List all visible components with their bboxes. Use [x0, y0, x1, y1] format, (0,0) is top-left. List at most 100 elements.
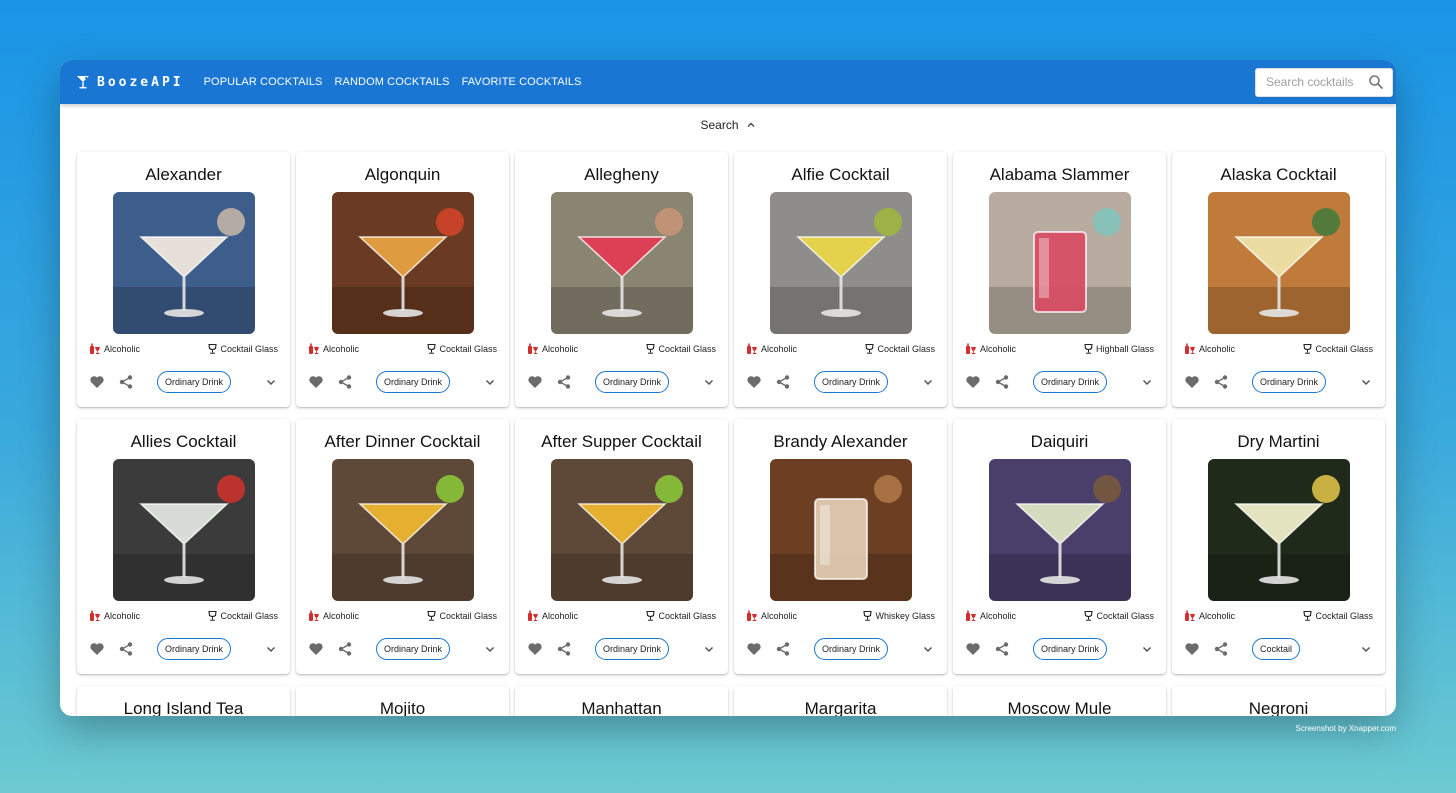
- cocktail-card[interactable]: Mojito: [296, 686, 509, 716]
- expand-more-icon[interactable]: [1359, 375, 1373, 389]
- cocktail-card[interactable]: Daiquiri Alcoholic Cocktail Glass Ordina…: [953, 419, 1166, 674]
- expand-more-icon[interactable]: [483, 375, 497, 389]
- favorite-heart-icon[interactable]: [89, 374, 105, 390]
- expand-more-icon[interactable]: [1140, 642, 1154, 656]
- expand-more-icon[interactable]: [702, 642, 716, 656]
- search-input[interactable]: [1266, 75, 1368, 89]
- category-chip[interactable]: Ordinary Drink: [157, 371, 232, 393]
- cocktail-card[interactable]: Alfie Cocktail Alcoholic Cocktail Glass …: [734, 152, 947, 407]
- expand-more-icon[interactable]: [1359, 642, 1373, 656]
- cocktail-photo[interactable]: [769, 459, 912, 601]
- cocktail-card[interactable]: Moscow Mule: [953, 686, 1166, 716]
- favorite-heart-icon[interactable]: [527, 641, 543, 657]
- cocktail-card[interactable]: Allies Cocktail Alcoholic Cocktail Glass…: [77, 419, 290, 674]
- share-icon[interactable]: [1213, 641, 1229, 657]
- category-chip[interactable]: Ordinary Drink: [376, 638, 451, 660]
- cocktail-photo[interactable]: [112, 459, 255, 601]
- expand-more-icon[interactable]: [483, 642, 497, 656]
- share-icon[interactable]: [556, 641, 572, 657]
- share-icon[interactable]: [994, 641, 1010, 657]
- share-icon[interactable]: [556, 374, 572, 390]
- cocktail-photo[interactable]: [1207, 192, 1350, 334]
- share-icon[interactable]: [1213, 374, 1229, 390]
- liquor-bottle-icon: [747, 610, 757, 621]
- favorite-heart-icon[interactable]: [1184, 641, 1200, 657]
- category-chip[interactable]: Ordinary Drink: [814, 371, 889, 393]
- nav-popular-cocktails[interactable]: POPULAR COCKTAILS: [204, 76, 323, 88]
- card-meta: Alcoholic Cocktail Glass: [515, 343, 728, 354]
- favorite-heart-icon[interactable]: [308, 374, 324, 390]
- glass-label: Cocktail Glass: [1096, 610, 1154, 621]
- card-meta: Alcoholic Cocktail Glass: [515, 610, 728, 621]
- cocktail-card[interactable]: After Dinner Cocktail Alcoholic Cocktail…: [296, 419, 509, 674]
- cocktail-photo[interactable]: [769, 192, 912, 334]
- category-chip[interactable]: Ordinary Drink: [1033, 371, 1108, 393]
- cocktail-photo[interactable]: [112, 192, 255, 334]
- cocktail-photo[interactable]: [550, 192, 693, 334]
- category-chip[interactable]: Ordinary Drink: [1252, 371, 1327, 393]
- cocktail-card[interactable]: Dry Martini Alcoholic Cocktail Glass Coc…: [1172, 419, 1385, 674]
- expand-more-icon[interactable]: [264, 642, 278, 656]
- cocktail-card[interactable]: Alabama Slammer Alcoholic Highball Glass…: [953, 152, 1166, 407]
- expand-more-icon[interactable]: [921, 375, 935, 389]
- share-icon[interactable]: [337, 641, 353, 657]
- share-icon[interactable]: [775, 374, 791, 390]
- liquor-bottle-icon: [309, 610, 319, 621]
- cocktail-photo[interactable]: [1207, 459, 1350, 601]
- expand-more-icon[interactable]: [1140, 375, 1154, 389]
- favorite-heart-icon[interactable]: [965, 374, 981, 390]
- category-chip[interactable]: Ordinary Drink: [1033, 638, 1108, 660]
- nav-favorite-cocktails[interactable]: FAVORITE COCKTAILS: [462, 76, 582, 88]
- favorite-heart-icon[interactable]: [1184, 374, 1200, 390]
- share-icon[interactable]: [775, 641, 791, 657]
- search-icon[interactable]: [1368, 74, 1384, 90]
- cocktail-card[interactable]: Margarita: [734, 686, 947, 716]
- cocktail-card[interactable]: Negroni: [1172, 686, 1385, 716]
- cocktail-photo[interactable]: [331, 459, 474, 601]
- category-chip[interactable]: Ordinary Drink: [595, 638, 670, 660]
- cocktail-card[interactable]: Algonquin Alcoholic Cocktail Glass Ordin…: [296, 152, 509, 407]
- category-chip[interactable]: Cocktail: [1252, 638, 1301, 660]
- category-chip[interactable]: Ordinary Drink: [814, 638, 889, 660]
- watermark: Screenshot by Xnapper.com: [1295, 724, 1396, 733]
- card-meta: Alcoholic Whiskey Glass: [734, 610, 947, 621]
- cocktail-photo[interactable]: [331, 192, 474, 334]
- alcoholic-label: Alcoholic: [104, 610, 141, 621]
- cocktail-card[interactable]: Allegheny Alcoholic Cocktail Glass Ordin…: [515, 152, 728, 407]
- cocktail-card[interactable]: Alexander Alcoholic Cocktail Glass Ordin…: [77, 152, 290, 407]
- cocktail-card[interactable]: Manhattan: [515, 686, 728, 716]
- liquor-bottle-icon: [966, 343, 976, 354]
- cocktail-card[interactable]: Alaska Cocktail Alcoholic Cocktail Glass…: [1172, 152, 1385, 407]
- favorite-heart-icon[interactable]: [527, 374, 543, 390]
- share-icon[interactable]: [118, 641, 134, 657]
- cocktail-card[interactable]: After Supper Cocktail Alcoholic Cocktail…: [515, 419, 728, 674]
- cocktail-card[interactable]: Brandy Alexander Alcoholic Whiskey Glass…: [734, 419, 947, 674]
- favorite-heart-icon[interactable]: [308, 641, 324, 657]
- expand-more-icon[interactable]: [702, 375, 716, 389]
- category-chip[interactable]: Ordinary Drink: [157, 638, 232, 660]
- cocktail-card[interactable]: Long Island Tea: [77, 686, 290, 716]
- category-chip[interactable]: Ordinary Drink: [595, 371, 670, 393]
- favorite-heart-icon[interactable]: [746, 374, 762, 390]
- share-icon[interactable]: [118, 374, 134, 390]
- nav-random-cocktails[interactable]: RANDOM COCKTAILS: [335, 76, 450, 88]
- cocktail-photo[interactable]: [988, 459, 1131, 601]
- glass-label: Cocktail Glass: [658, 343, 716, 354]
- share-icon[interactable]: [337, 374, 353, 390]
- category-chip[interactable]: Ordinary Drink: [376, 371, 451, 393]
- favorite-heart-icon[interactable]: [965, 641, 981, 657]
- search-toggle[interactable]: Search: [60, 104, 1396, 146]
- chevron-up-icon: [747, 122, 755, 127]
- card-actions: Ordinary Drink: [77, 638, 290, 660]
- expand-more-icon[interactable]: [921, 642, 935, 656]
- card-title: Daiquiri: [1030, 432, 1089, 451]
- favorite-heart-icon[interactable]: [89, 641, 105, 657]
- expand-more-icon[interactable]: [264, 375, 278, 389]
- glass-icon: [1084, 610, 1094, 621]
- cocktail-photo[interactable]: [988, 192, 1131, 334]
- favorite-heart-icon[interactable]: [746, 641, 762, 657]
- glass-label: Cocktail Glass: [1315, 610, 1373, 621]
- brand[interactable]: BoozeAPI: [76, 75, 184, 90]
- share-icon[interactable]: [994, 374, 1010, 390]
- cocktail-photo[interactable]: [550, 459, 693, 601]
